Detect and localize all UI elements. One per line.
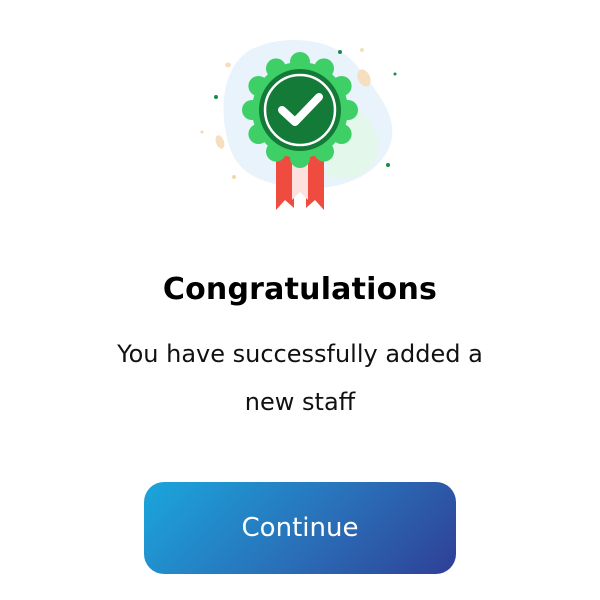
award-badge-icon — [190, 30, 410, 220]
confetti-dot — [393, 72, 397, 76]
continue-button[interactable]: Continue — [144, 482, 456, 574]
continue-button-label: Continue — [241, 513, 359, 543]
success-dialog: Congratulations You have successfully ad… — [0, 0, 600, 600]
confetti-leaf — [360, 48, 364, 52]
confetti-leaf — [225, 62, 231, 68]
confetti-dot — [200, 130, 204, 134]
confetti-dot — [232, 175, 236, 179]
dialog-message: You have successfully added a new staff — [117, 340, 483, 416]
confetti-dot — [338, 50, 342, 54]
dialog-title: Congratulations — [162, 272, 438, 307]
confetti-dot — [386, 163, 390, 167]
confetti-dot — [214, 95, 218, 99]
confetti-leaf — [215, 135, 225, 149]
